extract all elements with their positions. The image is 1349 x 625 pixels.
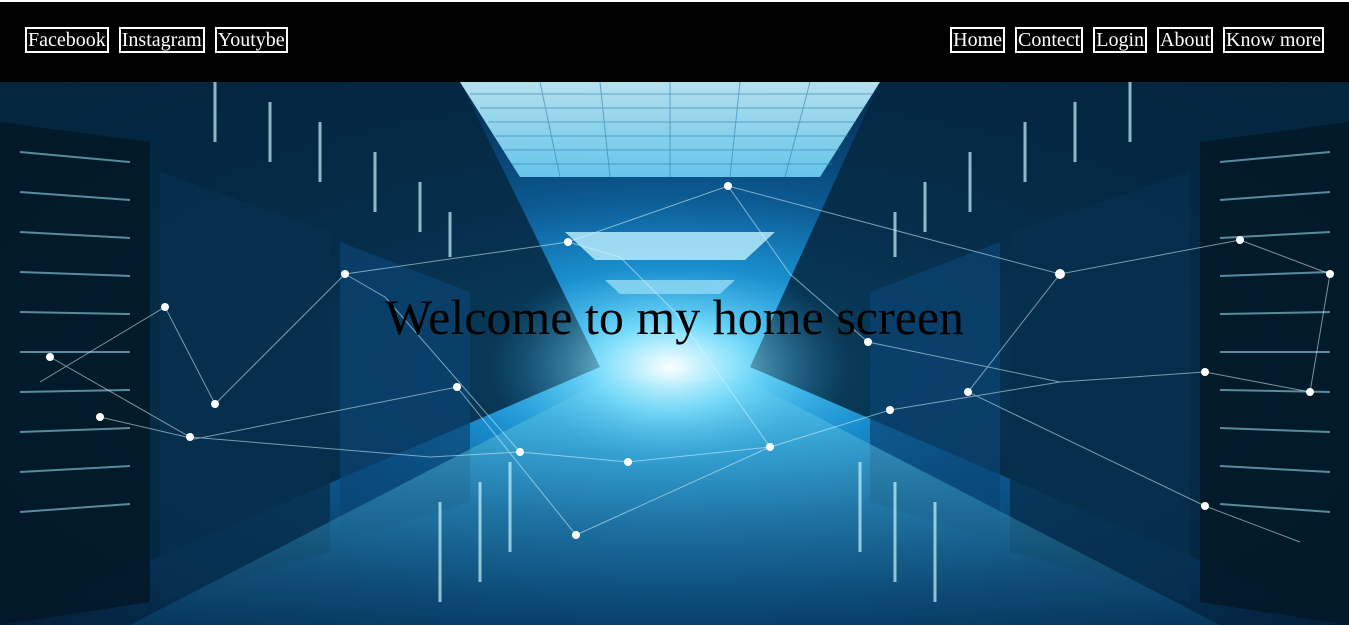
main-menu: Home Contect Login About Know more [950, 27, 1324, 53]
top-navigation-bar: Facebook Instagram Youtybe Home Contect … [0, 2, 1349, 82]
home-link[interactable]: Home [950, 27, 1006, 53]
social-links: Facebook Instagram Youtybe [25, 27, 288, 53]
contact-link[interactable]: Contect [1015, 27, 1084, 53]
instagram-link[interactable]: Instagram [118, 27, 205, 53]
welcome-heading: Welcome to my home screen [384, 289, 965, 345]
hero-section: Welcome to my home screen [0, 82, 1349, 625]
facebook-link[interactable]: Facebook [25, 27, 109, 53]
server-room-background-image [0, 82, 1349, 625]
know-more-link[interactable]: Know more [1223, 27, 1324, 53]
login-link[interactable]: Login [1093, 27, 1148, 53]
about-link[interactable]: About [1157, 27, 1214, 53]
youtube-link[interactable]: Youtybe [214, 27, 288, 53]
